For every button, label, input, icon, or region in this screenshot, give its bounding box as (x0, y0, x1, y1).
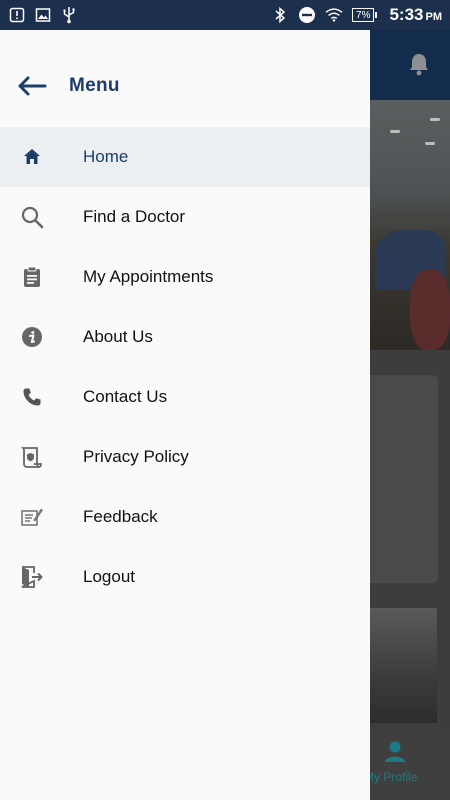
menu-item-label: My Appointments (83, 267, 214, 286)
home-icon (20, 145, 44, 169)
drawer-title: Menu (69, 75, 120, 96)
drawer-header: Menu (0, 30, 370, 127)
bluetooth-icon (271, 6, 289, 24)
menu-item-label: Home (83, 147, 129, 166)
menu-item-label: Logout (83, 567, 135, 586)
dnd-icon (298, 6, 316, 24)
alert-icon (8, 6, 26, 24)
menu-item-contact[interactable]: Contact Us (0, 367, 370, 427)
info-icon (20, 325, 44, 349)
menu-item-label: Feedback (83, 507, 158, 526)
status-bar: 7% 5:33 PM (0, 0, 450, 30)
bell-icon (408, 52, 430, 81)
menu-item-feedback[interactable]: Feedback (0, 487, 370, 547)
background-app: My Profile (350, 30, 450, 800)
menu-item-label: Find a Doctor (83, 207, 186, 226)
status-ampm: PM (425, 11, 443, 23)
menu-item-label: Contact Us (83, 387, 168, 406)
back-button[interactable] (16, 74, 48, 98)
menu-item-privacy[interactable]: Privacy Policy (0, 427, 370, 487)
arrow-left-icon (18, 76, 47, 96)
navigation-drawer: Menu Home Find a Doctor My Appointments (0, 30, 370, 800)
menu-item-label: Privacy Policy (83, 447, 189, 466)
menu-item-logout[interactable]: Logout (0, 547, 370, 607)
scroll-shield-icon (20, 445, 44, 469)
menu-item-find-doctor[interactable]: Find a Doctor (0, 187, 370, 247)
battery-indicator: 7% (352, 8, 378, 22)
menu-item-about[interactable]: About Us (0, 307, 370, 367)
clipboard-icon (20, 265, 44, 289)
feedback-icon (20, 505, 44, 529)
usb-icon (60, 6, 78, 24)
logout-icon (20, 565, 44, 589)
search-icon (20, 205, 44, 229)
bottom-nav-label: My Profile (364, 770, 418, 784)
background-image (370, 608, 437, 723)
wifi-icon (325, 6, 343, 24)
drawer-menu: Home Find a Doctor My Appointments About… (0, 127, 370, 607)
menu-item-label: About Us (83, 327, 153, 346)
menu-item-appointments[interactable]: My Appointments (0, 247, 370, 307)
menu-item-home[interactable]: Home (0, 127, 370, 187)
background-hero-image (370, 100, 450, 350)
profile-icon (384, 740, 406, 769)
phone-icon (20, 385, 44, 409)
background-bottom-nav: My Profile (364, 728, 450, 800)
image-icon (34, 6, 52, 24)
status-time: 5:33 (389, 5, 424, 24)
background-header (370, 30, 450, 100)
